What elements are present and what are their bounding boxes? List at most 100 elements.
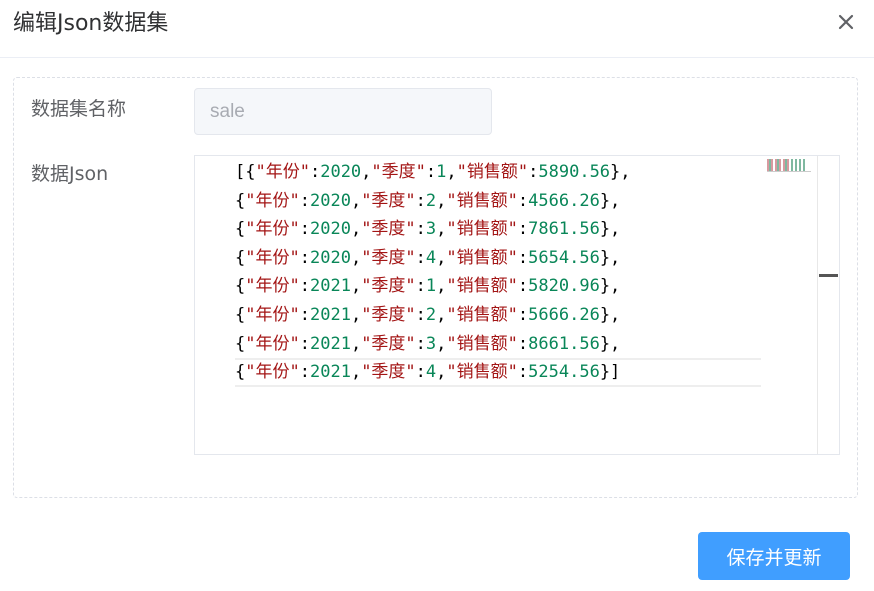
json-punctuation-token: { — [235, 304, 246, 325]
json-punctuation-token: , — [350, 219, 362, 240]
save-and-update-button[interactable]: 保存并更新 — [698, 532, 850, 580]
json-punctuation-token: , — [436, 247, 447, 268]
json-number-token: 2021 — [309, 362, 351, 383]
json-punctuation-token: { — [235, 247, 246, 268]
json-punctuation-token: : — [425, 162, 437, 182]
json-number-token: 3 — [425, 219, 437, 240]
dialog-title: 编辑Json数据集 — [13, 11, 169, 36]
json-punctuation-token: : — [299, 276, 310, 297]
code-line[interactable]: {"年份":2020,"季度":3,"销售额":7861.56}, — [235, 215, 761, 244]
json-key-token: "季度" — [361, 190, 416, 211]
json-key-token: "年份" — [245, 247, 300, 268]
json-number-token: 5254.56 — [528, 362, 600, 383]
code-line[interactable]: {"年份":2021,"季度":1,"销售额":5820.96}, — [235, 272, 761, 301]
json-punctuation-token: : — [528, 162, 539, 182]
json-number-token: 5666.26 — [528, 304, 600, 325]
json-punctuation-token: : — [517, 219, 529, 240]
json-key-token: "季度" — [361, 219, 416, 240]
json-editor[interactable]: [{"年份":2020,"季度":1,"销售额":5890.56}, {"年份":… — [194, 155, 840, 455]
code-line[interactable]: [{"年份":2020,"季度":1,"销售额":5890.56}, — [235, 158, 761, 187]
json-punctuation-token: : — [415, 247, 426, 268]
json-key-token: "年份" — [245, 190, 300, 211]
json-number-token: 5890.56 — [538, 162, 611, 182]
json-punctuation-token: : — [517, 190, 529, 211]
json-punctuation-token: }] — [599, 362, 621, 383]
json-punctuation-token: : — [415, 219, 426, 240]
code-area[interactable]: [{"年份":2020,"季度":1,"销售额":5890.56}, {"年份":… — [235, 158, 761, 387]
json-key-token: "季度" — [361, 247, 416, 268]
editor-scrollbar[interactable] — [817, 156, 839, 454]
json-punctuation-token: : — [299, 247, 310, 268]
json-punctuation-token: , — [350, 190, 362, 211]
json-number-token: 2 — [425, 190, 437, 211]
code-line[interactable]: {"年份":2021,"季度":2,"销售额":5666.26}, — [235, 301, 761, 330]
json-number-token: 2021 — [309, 304, 351, 325]
json-number-token: 5820.96 — [528, 276, 600, 297]
json-key-token: "年份" — [245, 219, 300, 240]
minimap-icon[interactable] — [767, 158, 811, 172]
json-label: 数据Json — [31, 163, 109, 185]
json-punctuation-token: { — [235, 190, 246, 211]
json-punctuation-token: , — [436, 276, 447, 297]
json-punctuation-token: : — [299, 219, 310, 240]
json-punctuation-token: , — [350, 362, 362, 383]
json-key-token: "季度" — [361, 362, 416, 383]
json-punctuation-token: , — [350, 304, 362, 325]
json-number-token: 2021 — [309, 333, 351, 354]
json-punctuation-token: { — [235, 276, 246, 297]
json-key-token: "年份" — [245, 362, 300, 383]
json-punctuation-token: }, — [599, 190, 621, 211]
json-number-token: 4 — [425, 362, 437, 383]
json-key-token: "销售额" — [446, 304, 518, 325]
code-line[interactable]: {"年份":2020,"季度":2,"销售额":4566.26}, — [235, 187, 761, 216]
json-punctuation-token: : — [415, 362, 426, 383]
code-line[interactable]: {"年份":2021,"季度":4,"销售额":5254.56}] — [235, 358, 761, 387]
json-number-token: 2021 — [309, 276, 351, 297]
json-punctuation-token: , — [350, 333, 362, 354]
json-number-token: 4566.26 — [528, 190, 600, 211]
json-punctuation-token: , — [350, 247, 362, 268]
json-punctuation-token: , — [436, 219, 447, 240]
json-key-token: "季度" — [361, 276, 416, 297]
json-punctuation-token: , — [436, 362, 447, 383]
json-number-token: 4 — [425, 247, 437, 268]
code-line[interactable]: {"年份":2020,"季度":4,"销售额":5654.56}, — [235, 244, 761, 273]
json-punctuation-token: : — [517, 247, 529, 268]
dataset-name-input[interactable] — [194, 88, 492, 135]
json-punctuation-token: }, — [599, 304, 621, 325]
json-key-token: "销售额" — [446, 276, 518, 297]
json-punctuation-token: : — [517, 304, 529, 325]
json-key-token: "季度" — [371, 162, 426, 182]
json-punctuation-token: , — [350, 276, 362, 297]
json-punctuation-token: : — [415, 190, 426, 211]
json-punctuation-token: }, — [599, 276, 621, 297]
json-punctuation-token: , — [446, 162, 457, 182]
json-punctuation-token: : — [299, 362, 310, 383]
dataset-name-label: 数据集名称 — [31, 98, 127, 120]
json-punctuation-token: : — [299, 304, 310, 325]
json-punctuation-token: }, — [599, 333, 621, 354]
json-punctuation-token: : — [415, 276, 426, 297]
json-punctuation-token: [{ — [235, 162, 256, 182]
json-punctuation-token: : — [517, 362, 529, 383]
close-icon-glyph — [838, 14, 854, 30]
close-icon[interactable] — [836, 12, 856, 32]
json-key-token: "销售额" — [446, 362, 518, 383]
json-punctuation-token: }, — [610, 162, 631, 182]
json-punctuation-token: , — [361, 162, 372, 182]
cursor-position-marker — [819, 274, 838, 277]
code-line[interactable]: {"年份":2021,"季度":3,"销售额":8661.56}, — [235, 330, 761, 359]
json-number-token: 8661.56 — [528, 333, 600, 354]
json-punctuation-token: { — [235, 362, 246, 383]
json-number-token: 5654.56 — [528, 247, 600, 268]
json-number-token: 2020 — [320, 162, 362, 182]
json-punctuation-token: }, — [599, 247, 621, 268]
json-key-token: "季度" — [361, 304, 416, 325]
json-key-token: "年份" — [245, 276, 300, 297]
json-number-token: 2020 — [309, 190, 351, 211]
json-punctuation-token: : — [299, 190, 310, 211]
json-key-token: "季度" — [361, 333, 416, 354]
json-punctuation-token: { — [235, 219, 246, 240]
json-punctuation-token: , — [436, 190, 447, 211]
json-key-token: "年份" — [255, 162, 310, 182]
